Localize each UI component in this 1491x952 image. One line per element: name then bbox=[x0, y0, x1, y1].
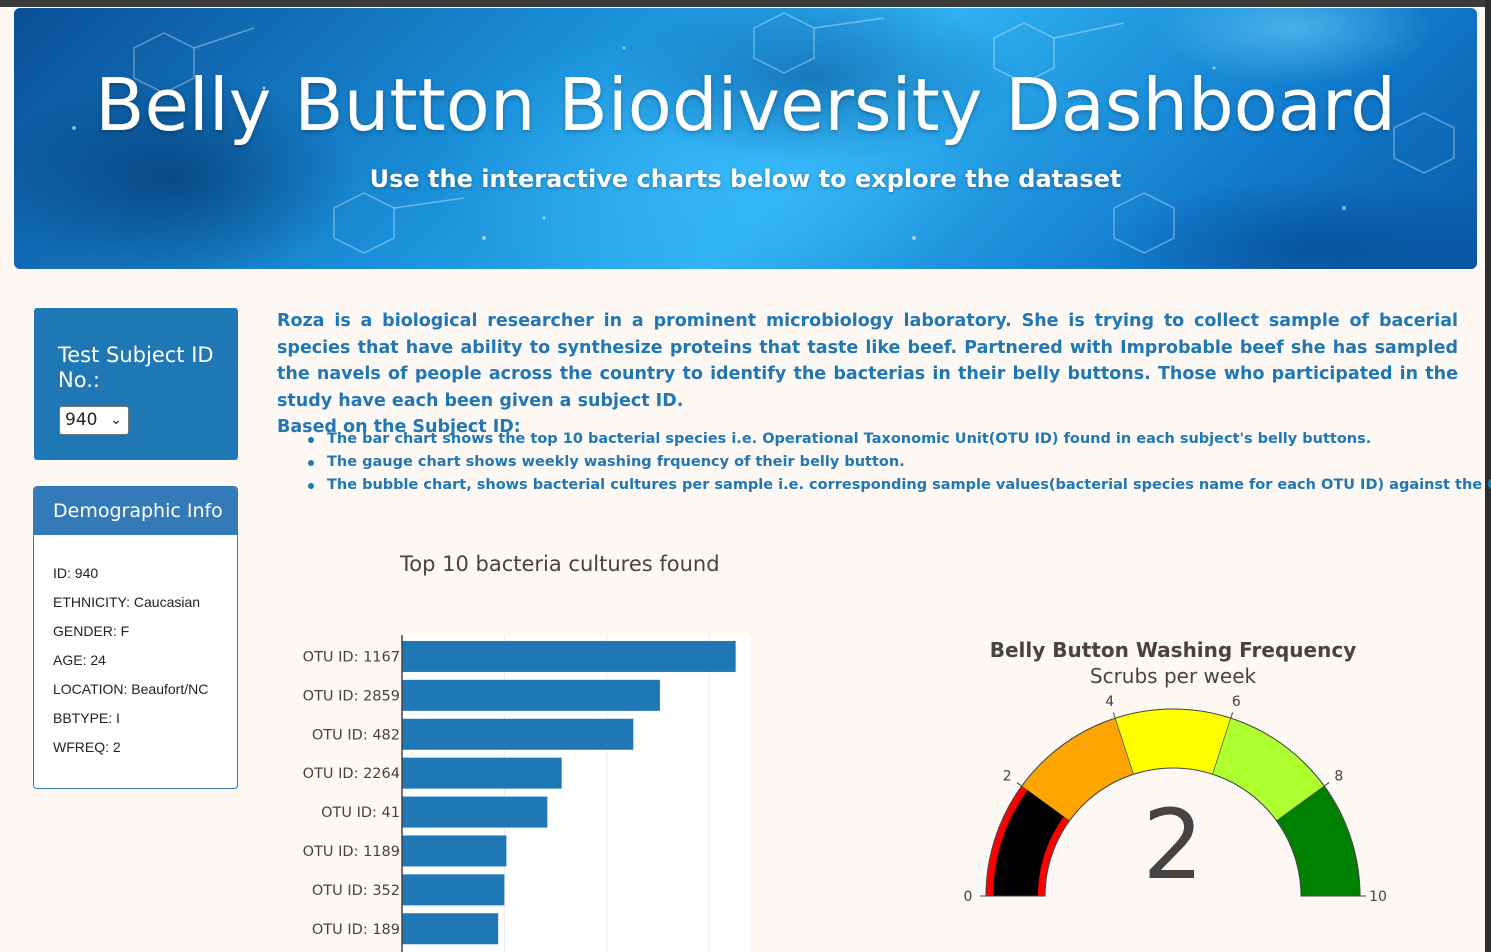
demo-row-gender: GENDER: F bbox=[53, 623, 130, 639]
list-item: The gauge chart shows weekly washing frq… bbox=[308, 451, 1478, 474]
y-tick-label: OTU ID: 2859 bbox=[303, 688, 400, 704]
demographic-info-panel: Demographic Info ID: 940 ETHNICITY: Cauc… bbox=[33, 486, 238, 789]
gauge-tick bbox=[1323, 782, 1330, 787]
bar bbox=[402, 835, 507, 867]
subject-selector-panel: Test Subject ID No.: 940 ⌄ bbox=[34, 308, 238, 460]
gauge-tick bbox=[1112, 712, 1116, 719]
chevron-down-icon: ⌄ bbox=[110, 412, 122, 428]
bar bbox=[402, 679, 660, 711]
subject-id-select[interactable]: 940 ⌄ bbox=[59, 406, 129, 435]
page-subtitle: Use the interactive charts below to expl… bbox=[369, 165, 1122, 193]
y-tick-label: OTU ID: 1167 bbox=[303, 649, 400, 665]
bar bbox=[402, 757, 562, 789]
bar bbox=[402, 874, 505, 906]
y-tick-label: OTU ID: 2264 bbox=[303, 766, 400, 782]
gauge-tick-label: 10 bbox=[1369, 889, 1387, 905]
chart-title: Top 10 bacteria cultures found bbox=[399, 552, 720, 576]
header-banner: Belly Button Biodiversity Dashboard Use … bbox=[14, 8, 1477, 269]
demo-row-ethnicity: ETHNICITY: Caucasian bbox=[53, 594, 201, 610]
window-top-bar bbox=[0, 0, 1491, 7]
gauge-tick-label: 8 bbox=[1334, 769, 1343, 785]
intro-text: Roza is a biological researcher in a pro… bbox=[277, 308, 1458, 441]
bar bbox=[402, 913, 499, 945]
demographic-info-body: ID: 940 ETHNICITY: Caucasian GENDER: F A… bbox=[34, 535, 237, 766]
gauge-tick-label: 2 bbox=[1003, 769, 1012, 785]
demographic-info-heading: Demographic Info bbox=[34, 487, 237, 535]
bullet-text: The bubble chart, shows bacterial cultur… bbox=[327, 477, 1491, 493]
bullet-icon bbox=[308, 483, 314, 489]
gauge-step bbox=[1114, 708, 1232, 775]
demo-row-bbtype: BBTYPE: I bbox=[53, 710, 120, 726]
demo-row-age: AGE: 24 bbox=[53, 652, 106, 668]
gauge-title: Belly Button Washing Frequency bbox=[990, 638, 1356, 662]
gauge-tick-label: 0 bbox=[964, 889, 973, 905]
list-item: The bar chart shows the top 10 bacterial… bbox=[308, 428, 1478, 451]
y-tick-label: OTU ID: 352 bbox=[312, 883, 400, 899]
bullet-icon bbox=[308, 437, 314, 443]
gauge-tick bbox=[1016, 782, 1023, 787]
intro-paragraph: Roza is a biological researcher in a pro… bbox=[277, 311, 1458, 411]
intro-bullet-list: The bar chart shows the top 10 bacterial… bbox=[308, 428, 1491, 497]
demo-row-id: ID: 940 bbox=[53, 565, 99, 581]
gauge-value-label: 2 bbox=[1142, 789, 1203, 901]
gauge-tick-label: 6 bbox=[1232, 694, 1241, 710]
bullet-icon bbox=[308, 460, 314, 466]
bullet-text: The gauge chart shows weekly washing frq… bbox=[327, 454, 905, 470]
gauge-tick-label: 4 bbox=[1105, 694, 1114, 710]
y-tick-label: OTU ID: 1189 bbox=[303, 844, 400, 860]
list-item: The bubble chart, shows bacterial cultur… bbox=[308, 474, 1491, 497]
bullet-text: The bar chart shows the top 10 bacterial… bbox=[327, 431, 1372, 447]
y-tick-label: OTU ID: 41 bbox=[321, 805, 400, 821]
subject-selector-label: Test Subject ID No.: bbox=[58, 343, 214, 392]
bar bbox=[402, 718, 634, 750]
y-tick-label: OTU ID: 189 bbox=[312, 922, 400, 938]
gauge-tick bbox=[1230, 712, 1234, 719]
bar bbox=[402, 640, 736, 672]
gauge-subtitle: Scrubs per week bbox=[1090, 664, 1257, 688]
demo-row-wfreq: WFREQ: 2 bbox=[53, 739, 121, 755]
page-title: Belly Button Biodiversity Dashboard bbox=[95, 63, 1396, 147]
y-tick-label: OTU ID: 482 bbox=[312, 727, 400, 743]
top-bacteria-bar-chart[interactable]: Top 10 bacteria cultures found OTU ID: 11… bbox=[270, 540, 770, 952]
washing-frequency-gauge[interactable]: Belly Button Washing FrequencyScrubs per… bbox=[930, 630, 1410, 930]
subject-id-value: 940 bbox=[65, 410, 98, 430]
demo-row-location: LOCATION: Beaufort/NC bbox=[53, 681, 209, 697]
bar bbox=[402, 796, 548, 828]
